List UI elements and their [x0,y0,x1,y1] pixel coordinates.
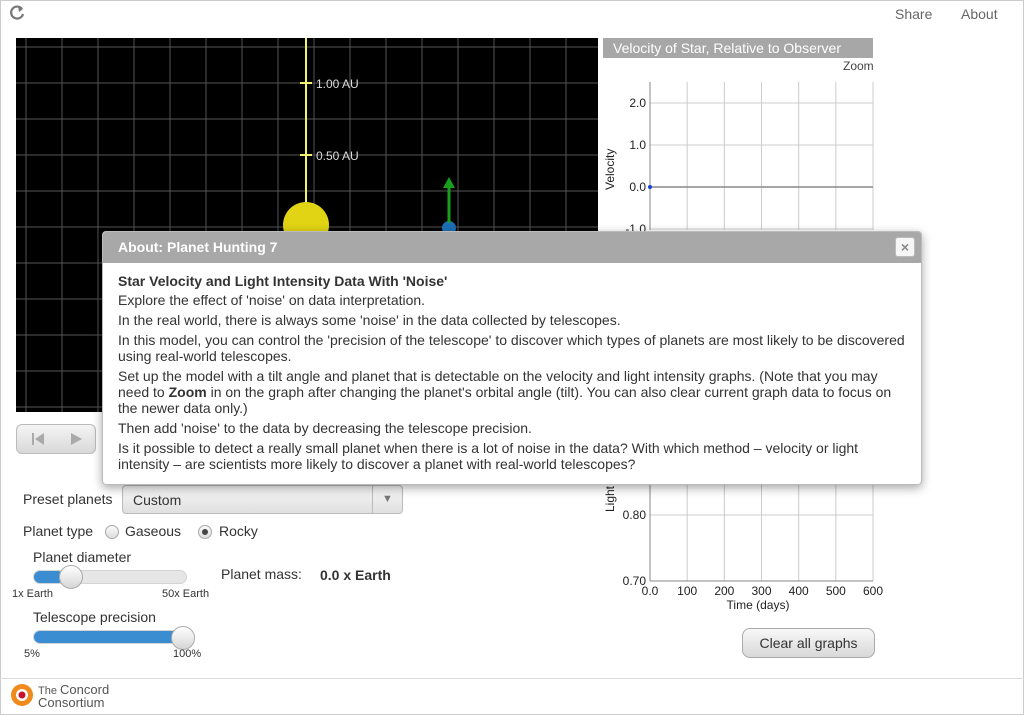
concord-logo-icon[interactable] [10,683,34,707]
velocity-tick-label: 1.0 [629,138,646,152]
light-tick-label: 0.70 [623,574,647,588]
velocity-tick-label: 0.0 [629,180,646,194]
x-tick-label: 600 [863,584,883,598]
reload-icon[interactable] [8,4,26,22]
chevron-down-icon: ▼ [372,486,402,513]
radio-rocky[interactable] [198,525,212,539]
preset-value: Custom [133,492,182,508]
close-icon[interactable]: × [895,237,915,257]
dialog-title: About: Planet Hunting 7 [118,239,278,255]
concord-logo-text: The Concord Consortium [38,682,110,710]
x-tick-label: 400 [789,584,809,598]
zoom-emphasis: Zoom [168,384,207,400]
light-axis-label: Light [603,485,617,512]
velocity-axis-label: Velocity [603,149,617,190]
mass-value: 0.0 x Earth [320,567,391,583]
precision-slider-handle[interactable] [171,626,195,650]
dialog-header: About: Planet Hunting 7 × [103,232,921,263]
mass-label: Planet mass: [221,566,302,582]
dialog-paragraph-2: In the real world, there is always some … [118,312,621,328]
precision-label: Telescope precision [33,609,156,625]
playback-controls [16,424,96,454]
play-icon[interactable] [59,428,93,450]
diameter-slider[interactable] [33,570,187,584]
footer-divider [0,678,1024,679]
dialog-paragraph-4: Set up the model with a tilt angle and p… [118,368,892,416]
dialog-paragraph-1: Explore the effect of 'noise' on data in… [118,292,426,308]
x-tick-label: 200 [714,584,734,598]
diameter-label: Planet diameter [33,549,132,565]
radio-gaseous[interactable] [105,525,119,539]
radio-gaseous-label: Gaseous [125,523,182,539]
velocity-arrow-head [443,177,455,188]
precision-slider-fill [34,631,194,643]
precision-slider[interactable] [33,630,194,644]
x-tick-label: 100 [677,584,697,598]
x-tick-label: 300 [751,584,771,598]
velocity-point [648,185,652,189]
scale-label-2: 0.50 AU [316,149,359,163]
dialog-paragraph-5: Then add 'noise' to the data by decreasi… [118,420,532,436]
about-dialog: About: Planet Hunting 7 × Star Velocity … [102,231,922,485]
dialog-heading: Star Velocity and Light Intensity Data W… [118,273,448,289]
clear-graphs-button[interactable]: Clear all graphs [742,628,875,658]
planet-type-label: Planet type [23,523,94,539]
graph-title: Velocity of Star, Relative to Observer [603,38,873,58]
time-axis-label: Time (days) [727,598,790,612]
dialog-paragraph-6: Is it possible to detect a really small … [118,440,859,472]
diameter-max-label: 50x Earth [162,588,210,600]
preset-label: Preset planets [23,491,113,507]
skip-back-icon[interactable] [21,428,55,450]
diameter-slider-handle[interactable] [59,565,83,589]
velocity-tick-label: 2.0 [629,96,646,110]
dialog-paragraph-3: In this model, you can control the 'prec… [118,332,905,364]
about-link[interactable]: About [961,6,998,22]
precision-max-label: 100% [173,648,202,660]
precision-min-label: 5% [24,648,40,660]
preset-select[interactable]: Custom ▼ [122,485,403,514]
diameter-min-label: 1x Earth [12,588,53,600]
radio-rocky-label: Rocky [219,523,258,539]
x-tick-label: 500 [826,584,846,598]
dialog-body: Star Velocity and Light Intensity Data W… [103,263,921,484]
scale-label-1: 1.00 AU [316,77,359,91]
share-link[interactable]: Share [895,6,932,22]
light-tick-label: 0.80 [623,508,647,522]
